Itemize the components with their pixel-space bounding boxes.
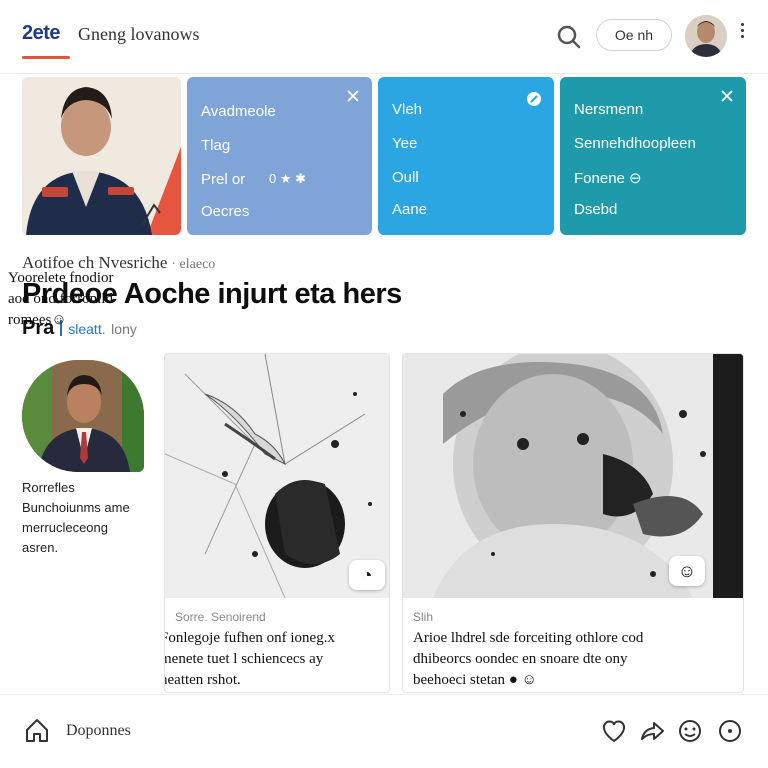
user-avatar[interactable] — [685, 15, 727, 57]
footer-label[interactable]: Doponnes — [66, 722, 131, 740]
more-options-icon[interactable] — [736, 20, 748, 44]
article-card[interactable]: ☺ Slih Arioe lhdrel sde forceiting othlo… — [402, 353, 744, 693]
left-column: Rorrefles Bunchoiunms ame merrucleceong … — [22, 356, 162, 692]
app-title: Gneng lovanows — [78, 24, 200, 44]
active-tab-indicator — [22, 56, 70, 59]
card-b-line-3: Oull — [392, 169, 419, 186]
app-logo[interactable]: 2ete — [22, 22, 61, 45]
left-teaser[interactable]: Yoorelete fnodior aod ond forronild rome… — [8, 268, 148, 331]
feature-card-c[interactable]: Nersmenn Sennehdhoopleen Fonene ⊖ Dsebd — [560, 77, 746, 235]
card-c-line-1: Nersmenn — [574, 101, 644, 118]
article-snippet-line-2: menete tuet l schiencecs ay — [164, 651, 324, 667]
left-teaser-line-2: aod ond forronild — [8, 291, 113, 307]
feature-card-b[interactable]: Vleh Yee Oull Aane — [378, 77, 554, 235]
card-c-line-4: Dsebd — [574, 201, 618, 218]
article-snippet: Arioe lhdrel sde forceiting othlore cod … — [413, 628, 733, 691]
article-label: Sorre. Senoirend — [175, 610, 266, 624]
close-icon[interactable] — [720, 89, 734, 103]
home-icon[interactable] — [22, 715, 52, 745]
play-icon[interactable]: ◔ — [349, 560, 385, 590]
article-card[interactable]: ◔ Sorre. Senoirend Fonlegoje fufhen onf … — [164, 353, 390, 693]
feature-card-a[interactable]: Avadmeole Tlag Prel or 0 ★ ✱ Oecres — [187, 77, 372, 235]
article-snippet-line-1: Arioe lhdrel sde forceiting othlore cod — [413, 630, 644, 646]
article-snippet-line-2: dhibeorcs oondec en snoare dte ony — [413, 651, 628, 667]
pin-icon[interactable] — [526, 91, 542, 107]
card-b-line-2: Yee — [392, 135, 418, 152]
card-c-line-3: Fonene ⊖ — [574, 170, 642, 187]
card-c-line-2: Sennehdhoopleen — [574, 135, 696, 152]
left-teaser-line-3: romees☺ — [8, 312, 67, 328]
article-snippet: Fonlegoje fufhen onf ioneg.x menete tuet… — [164, 628, 386, 691]
article-snippet-line-3: beehoeci stetan ● ☺ — [413, 672, 537, 688]
article-snippet-line-1: Fonlegoje fufhen onf ioneg.x — [164, 630, 335, 646]
emoji-icon[interactable] — [676, 717, 704, 745]
profile-summary: Rorrefles Bunchoiunms ame merrucleceong … — [22, 478, 162, 558]
close-icon[interactable] — [346, 89, 360, 103]
left-teaser-line-1: Yoorelete fnodior — [8, 270, 114, 286]
card-a-line-2: Tlag — [201, 137, 231, 154]
bottom-bar: Doponnes — [0, 694, 768, 768]
heart-icon[interactable] — [600, 717, 628, 745]
card-a-meta: 0 ★ ✱ — [269, 171, 307, 186]
top-header: 2ete Gneng lovanows Oe nh — [0, 0, 768, 74]
card-b-line-1: Vleh — [392, 101, 423, 118]
card-b-line-4: Aane — [392, 201, 428, 218]
profile-summary-line-1: Rorrefles — [22, 480, 75, 495]
profile-summary-line-3: merrucleceong — [22, 520, 108, 535]
card-a-line-3: Prel or — [201, 171, 246, 188]
header-pill-button[interactable]: Oe nh — [596, 19, 672, 51]
card-a-line-4: Oecres — [201, 203, 250, 220]
emoji-reaction-icon[interactable]: ☺ — [669, 556, 705, 586]
more-circle-icon[interactable] — [716, 717, 744, 745]
profile-photo[interactable] — [22, 360, 144, 472]
article-snippet-line-3: neatten rshot. — [164, 672, 241, 688]
share-icon[interactable] — [638, 717, 666, 745]
card-a-line-1: Avadmeole — [201, 103, 276, 120]
search-icon[interactable] — [554, 22, 584, 52]
profile-summary-line-4: asren. — [22, 540, 59, 555]
article-label: Slih — [413, 610, 434, 624]
featured-person-photo[interactable] — [22, 77, 181, 235]
profile-summary-line-2: Bunchoiunms ame — [22, 500, 130, 515]
breadcrumb-sub: · elaeco — [171, 257, 216, 272]
